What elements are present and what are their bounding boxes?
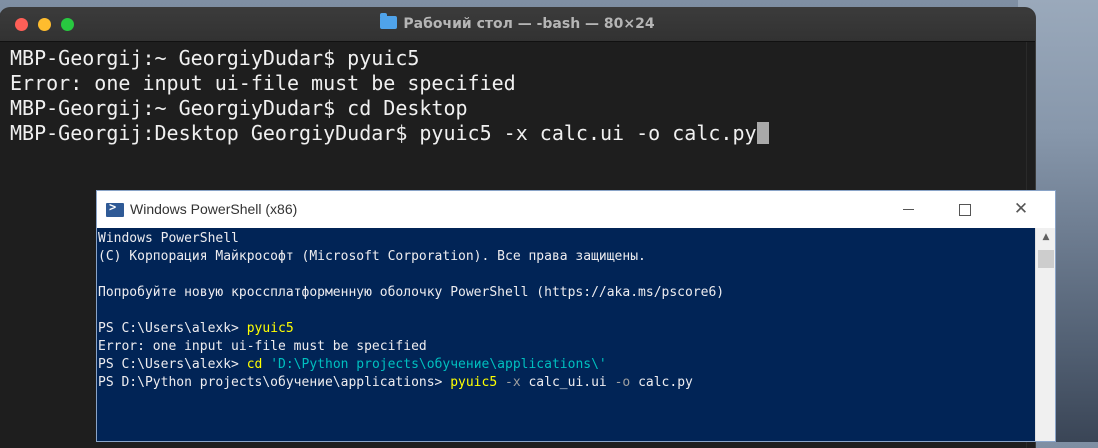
parameter: -o — [614, 375, 631, 390]
powershell-titlebar[interactable]: Windows PowerShell (x86) ✕ — [97, 191, 1055, 228]
powershell-scrollbar[interactable]: ▲ — [1035, 228, 1055, 441]
powershell-icon — [106, 200, 124, 217]
console-line: PS C:\Users\alexk> cd 'D:\Python project… — [98, 356, 1035, 374]
text-cursor — [756, 122, 769, 144]
terminal-title: Рабочий стол — -bash — 80×24 — [0, 8, 1035, 41]
powershell-title: Windows PowerShell (x86) — [130, 201, 298, 217]
scrollbar-thumb[interactable] — [1038, 250, 1054, 268]
parameter: -x — [505, 375, 521, 390]
close-button[interactable]: ✕ — [993, 191, 1049, 228]
console-line: PS C:\Users\alexk> pyuic5 — [98, 320, 1035, 338]
string-argument: 'D:\Python projects\обучение\application… — [270, 357, 607, 372]
argument: calc_ui.ui — [528, 375, 607, 390]
terminal-line: MBP-Georgij:~ GeorgiyDudar$ pyuic5 — [10, 46, 420, 70]
prompt: PS C:\Users\alexk> — [98, 321, 247, 336]
argument: calc.py — [638, 375, 693, 390]
terminal-line: MBP-Georgij:~ GeorgiyDudar$ cd Desktop — [10, 96, 468, 120]
terminal-titlebar[interactable]: Рабочий стол — -bash — 80×24 — [0, 8, 1035, 42]
scroll-up-icon[interactable]: ▲ — [1036, 228, 1055, 245]
powershell-window[interactable]: Windows PowerShell (x86) ✕ Windows Power… — [96, 190, 1056, 442]
terminal-line: Error: one input ui-file must be specifi… — [10, 71, 516, 95]
terminal-title-text: Рабочий стол — -bash — 80×24 — [403, 16, 655, 32]
close-icon: ✕ — [1013, 199, 1029, 219]
minimize-icon — [902, 209, 914, 210]
maximize-button[interactable] — [937, 191, 993, 228]
console-line: Попробуйте новую кроссплатформенную обол… — [98, 285, 725, 300]
console-line: Windows PowerShell — [98, 231, 239, 246]
command: cd — [246, 357, 263, 372]
folder-icon — [380, 13, 398, 29]
console-line: PS D:\Python projects\обучение\applicati… — [98, 374, 1035, 392]
minimize-button[interactable] — [880, 191, 936, 228]
prompt: PS D:\Python projects\обучение\applicati… — [98, 375, 451, 390]
command: pyuic5 — [246, 321, 294, 336]
command: pyuic5 — [450, 375, 498, 390]
prompt: PS C:\Users\alexk> — [98, 357, 247, 372]
powershell-console[interactable]: Windows PowerShell (C) Корпорация Майкрос… — [97, 228, 1035, 441]
console-line: (C) Корпорация Майкрософт (Microsoft Cor… — [98, 249, 646, 264]
terminal-output[interactable]: MBP-Georgij:~ GeorgiyDudar$ pyuic5 Error:… — [0, 42, 1035, 146]
terminal-line: MBP-Georgij:Desktop GeorgiyDudar$ pyuic5… — [10, 121, 1035, 146]
console-line: Error: one input ui-file must be specifi… — [98, 339, 427, 354]
terminal-current-command: MBP-Georgij:Desktop GeorgiyDudar$ pyuic5… — [10, 121, 757, 145]
maximize-icon — [959, 203, 971, 216]
